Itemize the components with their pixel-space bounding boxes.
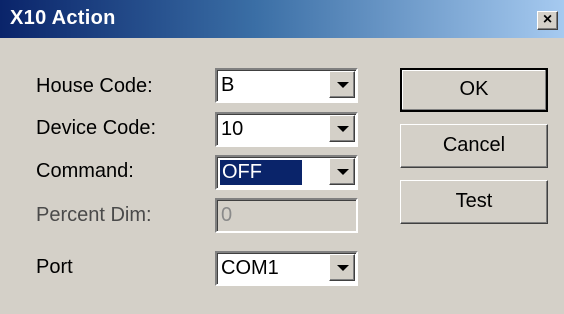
device-code-label: Device Code: <box>36 117 157 139</box>
percent-dim-label: Percent Dim: <box>36 204 152 226</box>
command-label: Command: <box>36 160 134 182</box>
house-code-value: B <box>221 74 235 96</box>
cancel-button[interactable]: Cancel <box>400 124 548 168</box>
percent-dim-value: 0 <box>221 204 233 226</box>
test-button[interactable]: Test <box>400 180 548 224</box>
x10-action-dialog: X10 Action × House Code: B Device Code: … <box>0 0 564 314</box>
port-value: COM1 <box>221 257 279 279</box>
close-icon[interactable]: × <box>537 11 558 30</box>
ok-button[interactable]: OK <box>400 68 548 112</box>
device-code-value: 10 <box>221 118 244 140</box>
command-value: OFF <box>220 160 302 185</box>
house-code-select[interactable]: B <box>215 68 358 103</box>
title-bar[interactable]: X10 Action × <box>0 0 564 38</box>
command-select[interactable]: OFF <box>215 155 358 190</box>
device-code-select[interactable]: 10 <box>215 112 358 147</box>
window-title: X10 Action <box>10 7 116 29</box>
port-select[interactable]: COM1 <box>215 251 358 286</box>
chevron-down-icon[interactable] <box>329 71 355 98</box>
percent-dim-input: 0 <box>215 198 358 233</box>
chevron-down-icon[interactable] <box>329 254 355 281</box>
house-code-label: House Code: <box>36 75 153 97</box>
port-label: Port <box>36 256 73 278</box>
chevron-down-icon[interactable] <box>329 115 355 142</box>
chevron-down-icon[interactable] <box>329 158 355 185</box>
